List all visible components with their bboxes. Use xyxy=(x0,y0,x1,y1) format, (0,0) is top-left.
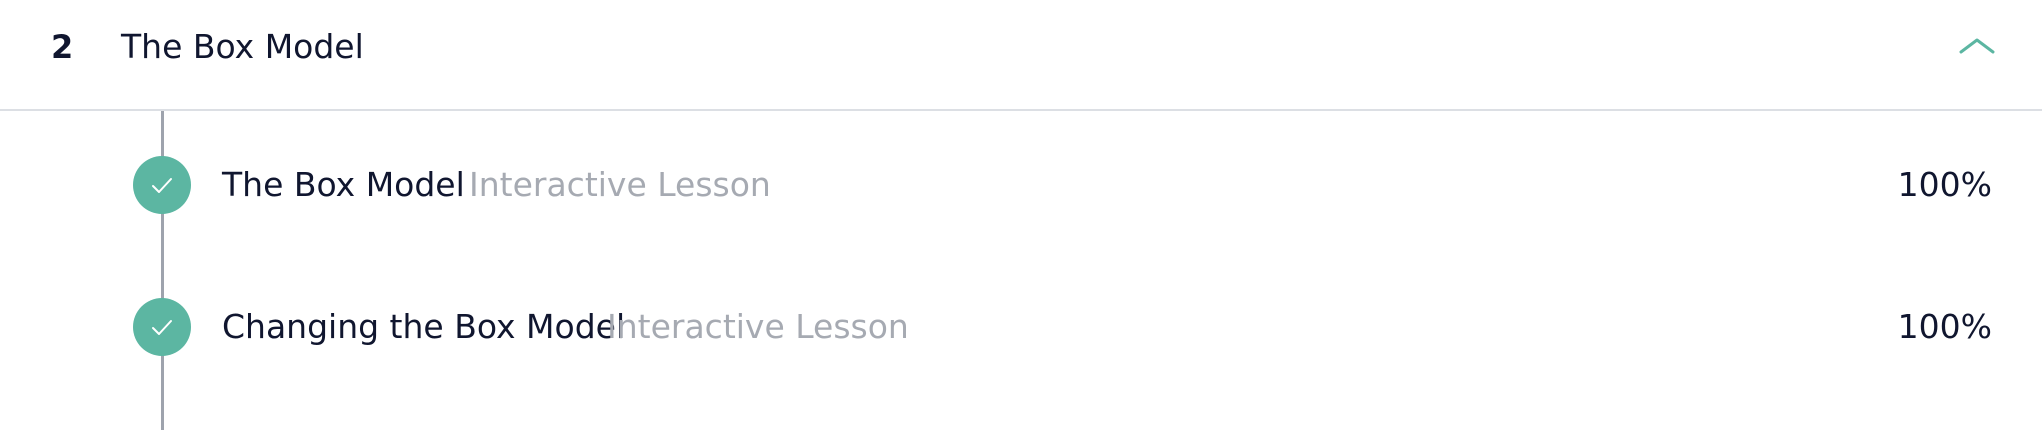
lesson-progress: 100% xyxy=(1897,165,1992,204)
check-icon xyxy=(152,320,172,335)
lesson-progress: 100% xyxy=(1897,307,1992,346)
lesson-item[interactable]: The Box Model Interactive Lesson 100% xyxy=(0,135,2042,235)
section-number: 2 xyxy=(51,28,74,66)
section-title: The Box Model xyxy=(121,27,364,66)
lesson-complete-indicator xyxy=(133,298,191,356)
chevron-up-icon[interactable] xyxy=(1957,30,1997,64)
lesson-title[interactable]: Changing the Box Model xyxy=(222,302,625,352)
section-header[interactable]: 2 The Box Model xyxy=(0,0,2042,111)
lesson-item[interactable]: Changing the Box Model Interactive Lesso… xyxy=(0,277,2042,377)
lesson-title[interactable]: The Box Model xyxy=(222,160,465,210)
lesson-complete-indicator xyxy=(133,156,191,214)
check-icon xyxy=(152,178,172,193)
lesson-type: Interactive Lesson xyxy=(469,165,771,204)
lesson-type: Interactive Lesson xyxy=(607,307,909,346)
